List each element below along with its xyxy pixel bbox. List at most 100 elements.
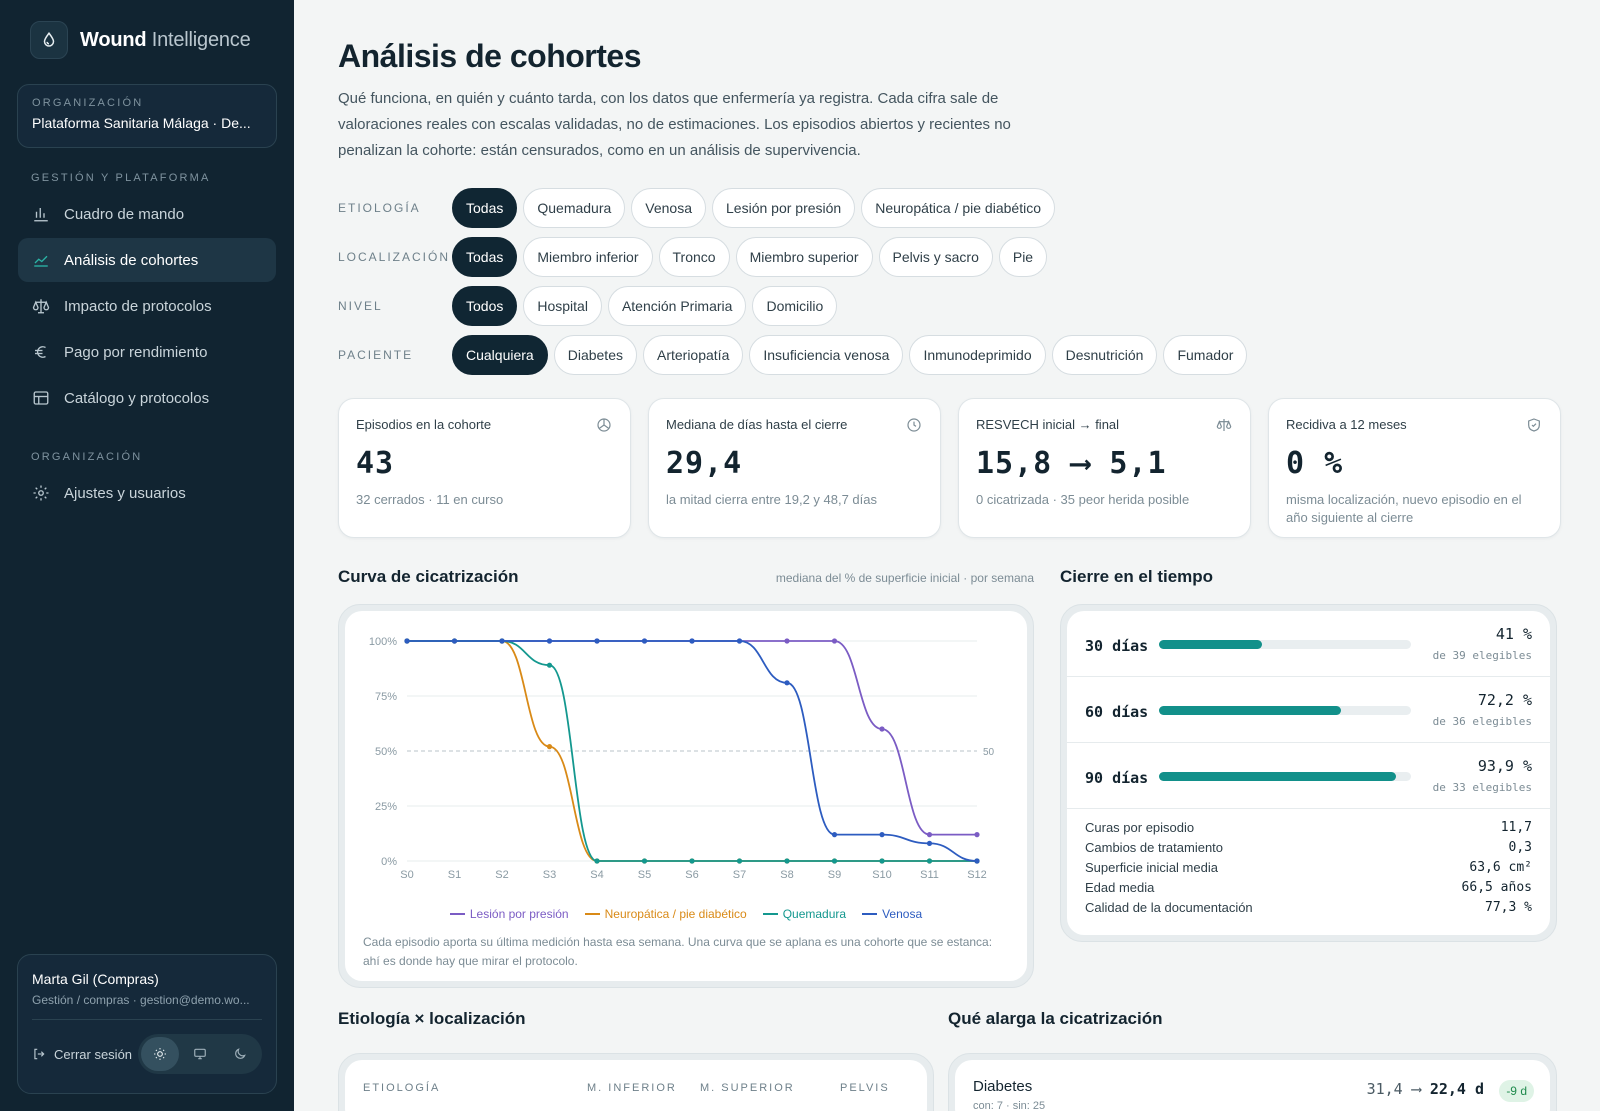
kpi-episodes: Episodios en la cohorte 43 32 cerrados ·… [338,398,631,538]
x-tick-label: S7 [733,869,746,881]
nav-item-catalog[interactable]: Catálogo y protocolos [18,376,276,420]
legend-item[interactable]: Venosa [862,907,922,921]
column-header[interactable]: M. INFERIOR [587,1082,677,1094]
legend-swatch [862,913,878,915]
theme-light-button[interactable] [141,1037,179,1071]
data-point [974,832,980,838]
filter-chip[interactable]: Desnutrición [1051,335,1158,375]
filter-chip[interactable]: Insuficiencia venosa [749,335,904,375]
logout-button[interactable]: Cerrar sesión [32,1047,132,1062]
closure-row-30: 30 días 41 % de 39 elegibles [1067,611,1550,677]
filter-chip[interactable]: Fumador [1163,335,1248,375]
column-header[interactable]: M. SUPERIOR [700,1082,795,1094]
data-point [926,858,933,864]
filter-chip[interactable]: Arteriopatía [642,335,744,375]
table-icon [33,391,49,405]
filter-chip[interactable]: Cualquiera [452,335,548,375]
legend-swatch [762,913,778,915]
filter-chip[interactable]: Atención Primaria [607,286,747,326]
legend-item[interactable]: Quemadura [762,907,846,921]
stat-value: 63,6 cm² [1469,859,1532,875]
nav-item-pay-for-performance[interactable]: Pago por rendimiento [18,330,276,374]
legend-item[interactable]: Neuropática / pie diabético [584,907,747,921]
kpi-sub: 0 cicatrizada · 35 peor herida posible [976,492,1190,507]
filter-chip[interactable]: Miembro superior [735,237,873,277]
filter-chip[interactable]: Venosa [631,188,707,228]
user-name: Marta Gil (Compras) [32,971,159,987]
column-header[interactable]: ETIOLOGÍA [363,1082,440,1094]
closure-days: 90 días [1085,769,1149,787]
legend-item[interactable]: Lesión por presión [449,907,569,921]
data-point [831,858,838,864]
data-point [879,858,885,864]
column-header[interactable]: PELVIS [840,1082,890,1094]
filter-chip[interactable]: Pie [998,237,1048,277]
stat-label: Curas por episodio [1085,819,1195,835]
brand-name: Wound Intelligence [80,28,251,51]
stat-value: 66,5 años [1461,879,1532,895]
factors-title: Qué alarga la cicatrización [948,1009,1163,1028]
drop-icon [30,21,68,59]
filter-chip[interactable]: Todos [452,286,518,326]
chart-caption: Cada episodio aporta su última medición … [363,935,993,968]
filter-chip[interactable]: Lesión por presión [712,188,856,228]
filter-chip[interactable]: Todas [452,237,518,277]
stat-label: Edad media [1085,879,1155,895]
nav-item-dashboard[interactable]: Cuadro de mando [18,192,276,236]
stat-row: Curas por episodio 11,7 [1085,817,1532,837]
kpi-label: Mediana de días hasta el cierre [666,417,848,432]
data-point [689,858,695,864]
nav-item-cohort-analysis[interactable]: Análisis de cohortes [18,238,276,282]
kpi-sub: misma localización, nuevo episodio en el… [1286,492,1522,525]
nav-label: Pago por rendimiento [64,343,208,361]
theme-dark-button[interactable] [221,1037,259,1071]
nav-item-protocol-impact[interactable]: Impacto de protocolos [18,284,276,328]
healing-curve-title: Curva de cicatrización [338,567,519,586]
clock-icon [907,418,921,432]
filter-chips: Todos Hospital Atención Primaria Domicilio [452,286,838,326]
filter-chips: Todas Miembro inferior Tronco Miembro super… [452,237,1048,277]
nav-item-settings[interactable]: Ajustes y usuarios [18,471,276,515]
closure-bar-fill [1159,772,1396,781]
data-point [546,662,553,668]
logout-label: Cerrar sesión [54,1046,133,1062]
filter-chip[interactable]: Tronco [658,237,730,277]
closure-stats: Curas por episodio 11,7 Cambios de tratam… [1085,817,1532,917]
filter-chip[interactable]: Diabetes [553,335,637,375]
filter-chip[interactable]: Domicilio [752,286,838,326]
x-tick-label: S8 [780,869,793,881]
closure-bar [1159,772,1411,781]
theme-system-button[interactable] [181,1037,219,1071]
data-point [879,726,885,732]
filter-chip[interactable]: Neuropática / pie diabético [861,188,1055,228]
filter-label: LOCALIZACIÓN [338,250,451,264]
filter-chip[interactable]: Miembro inferior [523,237,653,277]
factor-row[interactable]: Diabetes con: 7 · sin: 25 31,4 ⟶ 22,4 d … [955,1060,1550,1111]
filter-chip[interactable]: Hospital [523,286,602,326]
data-point [641,638,648,644]
monitor-icon [194,1048,206,1060]
closure-card: 30 días 41 % de 39 elegibles 60 días 72,… [1060,604,1557,942]
organization-selector[interactable]: ORGANIZACIÓN Plataforma Sanitaria Málaga… [17,84,277,148]
closure-eligible: de 39 elegibles [1432,649,1532,662]
factor-change: 31,4 ⟶ 22,4 d [1366,1080,1484,1098]
brand[interactable]: Wound Intelligence [30,21,251,59]
closure-row-60: 60 días 72,2 % de 36 elegibles [1067,677,1550,743]
closure-bar [1159,706,1411,715]
nav-label: Ajustes y usuarios [64,484,186,502]
y-tick-label: 25% [375,801,397,813]
x-tick-label: S0 [400,869,413,881]
filter-chip[interactable]: Pelvis y sacro [878,237,993,277]
data-point [546,744,553,750]
filter-chip[interactable]: Todas [452,188,518,228]
filter-chip[interactable]: Quemadura [523,188,626,228]
kpi-sub: 32 cerrados · 11 en curso [356,492,504,507]
stat-row: Superficie inicial media 63,6 cm² [1085,857,1532,877]
filter-chips: Todas Quemadura Venosa Lesión por presión Ne… [452,188,1055,228]
page-intro: Qué funciona, en quién y cuánto tarda, c… [338,90,1011,159]
legend-label: Neuropática / pie diabético [604,907,747,921]
kpi-value: 43 [356,446,395,481]
filter-chip[interactable]: Inmunodeprimido [909,335,1046,375]
factors-card: Diabetes con: 7 · sin: 25 31,4 ⟶ 22,4 d … [948,1053,1557,1111]
data-point [499,638,505,644]
